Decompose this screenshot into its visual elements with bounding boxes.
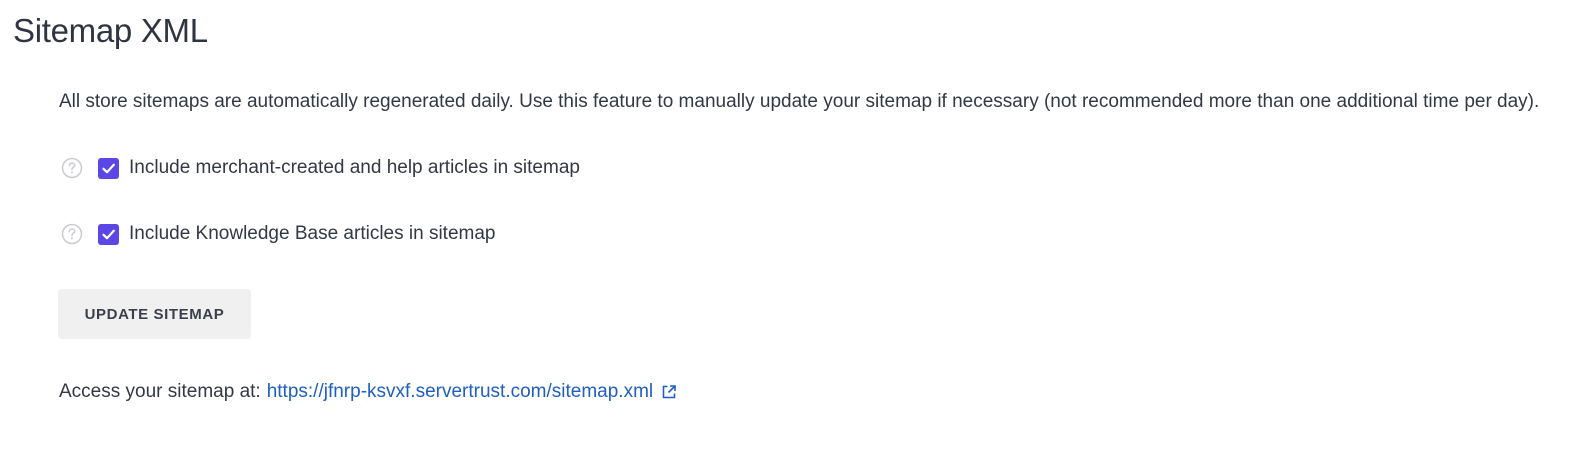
- option-row-knowledge-base: Include Knowledge Base articles in sitem…: [61, 221, 495, 247]
- sitemap-description: All store sitemaps are automatically reg…: [59, 91, 1540, 112]
- sitemap-settings-page: Sitemap XML All store sitemaps are autom…: [0, 0, 1588, 452]
- knowledge-base-checkbox[interactable]: [98, 223, 119, 245]
- access-prefix: Access your sitemap at:: [59, 381, 261, 402]
- merchant-articles-label[interactable]: Include merchant-created and help articl…: [129, 157, 580, 179]
- help-circle-icon[interactable]: [61, 157, 83, 179]
- sitemap-url-link[interactable]: https://jfnrp-ksvxf.servertrust.com/site…: [267, 381, 653, 403]
- knowledge-base-label[interactable]: Include Knowledge Base articles in sitem…: [129, 223, 495, 245]
- merchant-articles-checkbox[interactable]: [98, 157, 119, 179]
- sitemap-access-line: Access your sitemap at: https://jfnrp-ks…: [59, 381, 677, 403]
- external-link-icon[interactable]: [661, 384, 677, 400]
- option-row-merchant-articles: Include merchant-created and help articl…: [61, 155, 580, 181]
- help-circle-icon[interactable]: [61, 223, 83, 245]
- update-sitemap-button[interactable]: UPDATE SITEMAP: [58, 289, 251, 339]
- page-title: Sitemap XML: [13, 12, 208, 49]
